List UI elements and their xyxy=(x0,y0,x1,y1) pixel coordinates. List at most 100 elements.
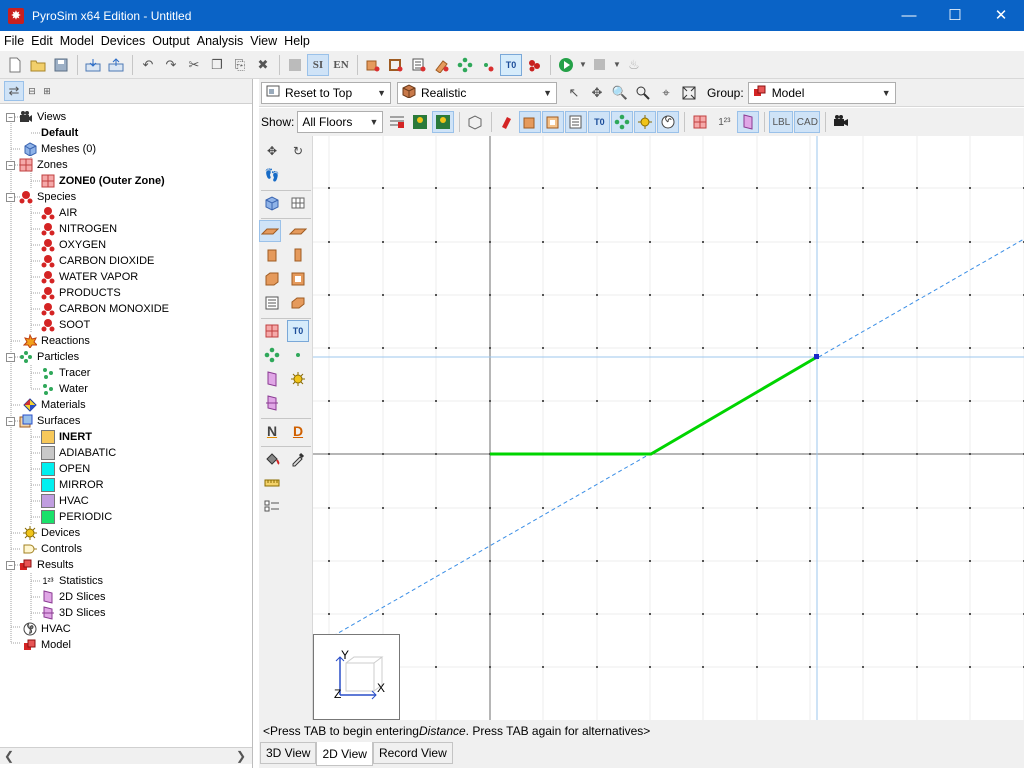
tree-node-species-item[interactable]: NITROGEN xyxy=(41,221,117,237)
undo-icon[interactable]: ↶ xyxy=(137,54,159,76)
tree-node-surface-mirror[interactable]: MIRROR xyxy=(41,477,104,493)
tree-node-zone0[interactable]: ZONE0 (Outer Zone) xyxy=(41,173,165,189)
new-file-icon[interactable] xyxy=(4,54,26,76)
draw-zone-icon[interactable] xyxy=(261,320,283,342)
menu-help[interactable]: Help xyxy=(281,34,313,48)
cut-icon[interactable]: ✂ xyxy=(183,54,205,76)
collapse-all-icon[interactable]: ⊟ xyxy=(25,80,39,102)
save-icon[interactable] xyxy=(50,54,72,76)
draw-device-icon[interactable] xyxy=(287,368,309,390)
show-text-icon[interactable]: T0 xyxy=(588,111,611,133)
dimension-tool-icon[interactable]: D xyxy=(287,420,309,442)
si-units-button[interactable]: SI xyxy=(307,53,329,76)
collapse-toggle-icon[interactable]: − xyxy=(6,352,15,362)
draw-wall-icon[interactable] xyxy=(287,244,309,266)
draw-particles-icon[interactable] xyxy=(261,344,283,366)
draw-hole-icon[interactable] xyxy=(287,268,309,290)
tree-node-species-item[interactable]: AIR xyxy=(41,205,77,221)
lbl-toggle-button[interactable]: LBL xyxy=(769,111,794,133)
text-tool-icon[interactable]: T0 xyxy=(500,53,522,76)
record-camera-icon[interactable] xyxy=(830,111,852,133)
smokeview-icon[interactable]: ♨ xyxy=(623,54,645,76)
tree-node-surface-adiabatic[interactable]: ADIABATIC xyxy=(41,445,116,461)
tree-node-species-item[interactable]: OXYGEN xyxy=(41,237,106,253)
tree-node-surface-hvac[interactable]: HVAC xyxy=(41,493,89,509)
pan-move-icon[interactable]: ✥ xyxy=(586,82,608,104)
paint-bucket-icon[interactable] xyxy=(261,448,283,470)
tree-node-devices[interactable]: Devices xyxy=(23,525,80,541)
menu-file[interactable]: File xyxy=(1,34,27,48)
collapse-toggle-icon[interactable]: − xyxy=(6,112,15,122)
floor-settings-icon[interactable] xyxy=(386,111,408,133)
show-zones-icon[interactable] xyxy=(689,111,711,133)
draw-mesh-icon[interactable] xyxy=(261,192,283,214)
tree-node-species-item[interactable]: WATER VAPOR xyxy=(41,269,138,285)
tree-node-particle-item[interactable]: Tracer xyxy=(41,365,90,381)
select-pointer-icon[interactable]: ↖ xyxy=(563,82,585,104)
tree-node-species[interactable]: − Species xyxy=(6,189,76,205)
paste-icon[interactable]: ⎘ xyxy=(229,54,251,76)
particle-small-icon[interactable] xyxy=(477,54,499,76)
object-list-icon[interactable] xyxy=(261,496,283,518)
grid-and-geometry[interactable] xyxy=(313,136,1024,720)
tree-node-species-item[interactable]: CARBON MONOXIDE xyxy=(41,301,169,317)
menu-view[interactable]: View xyxy=(247,34,280,48)
split-mesh-icon[interactable] xyxy=(287,192,309,214)
tree-node-results[interactable]: − Results xyxy=(6,557,74,573)
draw-slice-icon[interactable] xyxy=(261,368,283,390)
tree-node-surface-open[interactable]: OPEN xyxy=(41,461,90,477)
results-tool-icon[interactable] xyxy=(589,54,611,76)
tree-node-species-item[interactable]: PRODUCTS xyxy=(41,285,121,301)
tree-node-3d-slices[interactable]: 3D Slices xyxy=(41,605,105,621)
en-units-button[interactable]: EN xyxy=(330,54,352,76)
tree-horizontal-scrollbar[interactable]: ❮ ❯ xyxy=(0,747,252,764)
tab-3d-view[interactable]: 3D View xyxy=(260,742,317,764)
draw-room-icon[interactable] xyxy=(287,292,309,314)
collapse-toggle-icon[interactable]: − xyxy=(6,160,15,170)
cad-toggle-button[interactable]: CAD xyxy=(794,111,821,133)
open-folder-icon[interactable] xyxy=(27,54,49,76)
close-icon[interactable]: ✕ xyxy=(978,0,1024,31)
draw-slab-icon[interactable] xyxy=(259,220,281,242)
tree-node-default-view[interactable]: Default xyxy=(41,125,78,141)
vent-tool-icon[interactable] xyxy=(408,54,430,76)
tree-node-statistics[interactable]: 1²³ Statistics xyxy=(41,573,104,589)
rotate-view-icon[interactable]: ↻ xyxy=(287,140,309,162)
zoom-box-icon[interactable] xyxy=(632,82,654,104)
menu-model[interactable]: Model xyxy=(57,34,97,48)
measure-ruler-icon[interactable] xyxy=(261,472,283,494)
background-image-icon[interactable] xyxy=(409,111,431,133)
show-statistics-icon[interactable]: 1²³ xyxy=(712,111,736,133)
tab-record-view[interactable]: Record View xyxy=(372,742,453,764)
tree-node-species-item[interactable]: SOOT xyxy=(41,317,90,333)
draw-particle-point-icon[interactable] xyxy=(287,344,309,366)
tree-node-species-item[interactable]: CARBON DIOXIDE xyxy=(41,253,154,269)
show-particles-icon[interactable] xyxy=(611,111,634,133)
tree-node-surface-inert[interactable]: INERT xyxy=(41,429,92,445)
scroll-right-icon[interactable]: ❯ xyxy=(236,749,246,763)
draw-obstruction-icon[interactable] xyxy=(261,268,283,290)
expand-all-icon[interactable]: ⊞ xyxy=(40,80,54,102)
text-annotation-icon[interactable]: T0 xyxy=(287,320,309,342)
tree-node-model[interactable]: Model xyxy=(23,637,71,653)
maximize-icon[interactable]: ☐ xyxy=(932,0,978,31)
delete-icon[interactable]: ✖ xyxy=(252,54,274,76)
show-obstructions-icon[interactable] xyxy=(496,111,518,133)
tree-node-controls[interactable]: Controls xyxy=(23,541,82,557)
tree-node-surface-periodic[interactable]: PERIODIC xyxy=(41,509,112,525)
draw-block-icon[interactable] xyxy=(261,244,283,266)
zoom-icon[interactable]: 🔍 xyxy=(609,82,631,104)
particle-tool-icon[interactable] xyxy=(454,54,476,76)
2d-view-canvas[interactable]: Y Z X xyxy=(313,136,1024,720)
draw-slab-alt-icon[interactable] xyxy=(287,220,309,242)
render-mode-dropdown[interactable]: Realistic ▼ xyxy=(397,81,557,104)
tree-node-hvac[interactable]: HVAC xyxy=(23,621,71,637)
show-devices-icon[interactable] xyxy=(634,111,657,133)
wireframe-icon[interactable] xyxy=(464,111,486,133)
tree-node-views[interactable]: − Views xyxy=(6,109,66,125)
tree-node-surfaces[interactable]: − Surfaces xyxy=(6,413,80,429)
fit-view-icon[interactable] xyxy=(678,82,700,104)
reset-view-dropdown[interactable]: Reset to Top ▼ xyxy=(261,81,391,104)
tree-node-zones[interactable]: − Zones xyxy=(6,157,68,173)
export-icon[interactable] xyxy=(105,54,127,76)
